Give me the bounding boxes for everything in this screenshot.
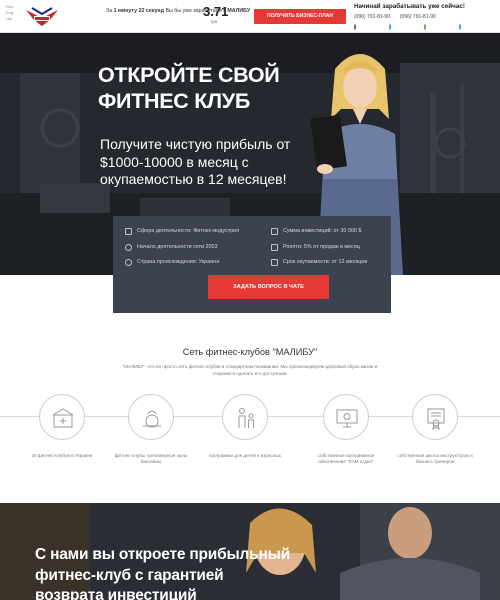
earnings-value: 3.71 bbox=[203, 4, 229, 19]
kettlebell-icon bbox=[143, 410, 161, 428]
feature-label: 30 фитнес-клубов в Украине bbox=[31, 453, 93, 458]
info-row: Сумма инвестиций: от 30 000 $ bbox=[271, 224, 367, 240]
phone-1[interactable]: (096) 791-81-90 bbox=[354, 14, 390, 20]
ask-in-chat-button[interactable]: Задать вопрос в чате bbox=[208, 275, 329, 299]
feature-item: 30 фитнес-клубов в Украине bbox=[22, 394, 102, 459]
coins-icon bbox=[271, 243, 278, 251]
franchise-info-panel: Сфера деятельности: Фитнес-индустрия Нач… bbox=[113, 216, 391, 313]
get-business-plan-button[interactable]: Получить бизнес-план bbox=[254, 9, 346, 24]
feature-label: фитнес-клубы тренажерные залы бассейны bbox=[114, 453, 188, 465]
lang-ukr[interactable]: Ukr bbox=[6, 16, 13, 22]
hero-subtitle: Получите чистую прибыль от $1000-10000 в… bbox=[100, 136, 291, 187]
feature-item: программы для детей и взрослых bbox=[205, 394, 285, 459]
info-row: Срок окупаемости: от 12 месяцев bbox=[271, 255, 367, 271]
about-title: Сеть фитнес-клубов "МАЛИБУ" bbox=[182, 347, 318, 357]
guarantee-title: С нами вы откроете прибыльный фитнес-клу… bbox=[35, 546, 291, 600]
info-row: Роялти: 5% от продаж в месяц bbox=[271, 240, 367, 256]
telegram-icon-2[interactable] bbox=[459, 24, 461, 30]
guarantee-section: С нами вы откроете прибыльный фитнес-клу… bbox=[0, 503, 500, 600]
earnings-counter: 3.71 грн bbox=[203, 4, 229, 24]
promo-brand: МАЛИБУ bbox=[227, 8, 251, 14]
feature-icon-circle bbox=[222, 394, 268, 440]
earnings-unit: грн bbox=[210, 19, 218, 24]
feature-label: собственная школа инструкторов и бизнесс… bbox=[397, 453, 473, 465]
hero-title: ОТКРОЙТЕ СВОЙ ФИТНЕС КЛУБ bbox=[98, 63, 280, 113]
feature-icon-circle bbox=[323, 394, 369, 440]
feature-item: фитнес-клубы тренажерные залы бассейны bbox=[111, 394, 191, 466]
info-column-right: Сумма инвестиций: от 30 000 $ Роялти: 5%… bbox=[271, 224, 367, 271]
calendar-icon bbox=[271, 259, 278, 267]
feature-item: собственная школа инструкторов и бизнесс… bbox=[395, 394, 475, 466]
globe-icon bbox=[125, 259, 132, 267]
whatsapp-icon[interactable] bbox=[424, 24, 426, 30]
info-row: Сфера деятельности: Фитнес-индустрия bbox=[125, 224, 239, 240]
info-row: Начало деятельности сети 2003 bbox=[125, 240, 239, 256]
clinic-icon bbox=[52, 408, 74, 428]
feature-icon-circle bbox=[128, 394, 174, 440]
clock-icon bbox=[125, 243, 132, 251]
header-bar: Rus Eng Ukr За 1 минуту 22 секунд Вы бы … bbox=[0, 0, 500, 33]
malibu-logo[interactable] bbox=[22, 4, 62, 28]
language-switcher: Rus Eng Ukr bbox=[6, 4, 13, 22]
telegram-icon[interactable] bbox=[389, 24, 391, 30]
certificate-icon bbox=[427, 408, 445, 430]
info-column-left: Сфера деятельности: Фитнес-индустрия Нач… bbox=[125, 224, 239, 271]
feature-label: программы для детей и взрослых bbox=[209, 453, 281, 458]
feature-item: собственное программное обеспечение "SAM… bbox=[306, 394, 386, 466]
about-description: "МАЛИБУ" -это не просто сеть фитнес-клуб… bbox=[122, 364, 378, 376]
contact-title: Начинай зарабатывать уже сейчас! bbox=[354, 3, 465, 10]
viber-icon[interactable] bbox=[354, 24, 356, 30]
feature-icon-circle bbox=[39, 394, 85, 440]
computer-gear-icon bbox=[336, 409, 358, 428]
dumbbell-icon bbox=[125, 228, 132, 236]
promo-timer: 1 минуту 22 секунд bbox=[113, 8, 164, 14]
info-row: Страна происхождения: Украина bbox=[125, 255, 239, 271]
earnings-promo: За 1 минуту 22 секунд Вы бы уже заработа… bbox=[106, 8, 251, 14]
wallet-icon bbox=[271, 228, 278, 236]
feature-icon-circle bbox=[412, 394, 458, 440]
feature-label: собственное программное обеспечение "SAM… bbox=[317, 453, 375, 465]
phone-2[interactable]: (096) 791-81-90 bbox=[400, 14, 436, 20]
family-icon bbox=[238, 408, 254, 428]
contact-block: Начинай зарабатывать уже сейчас! (096) 7… bbox=[354, 3, 494, 30]
